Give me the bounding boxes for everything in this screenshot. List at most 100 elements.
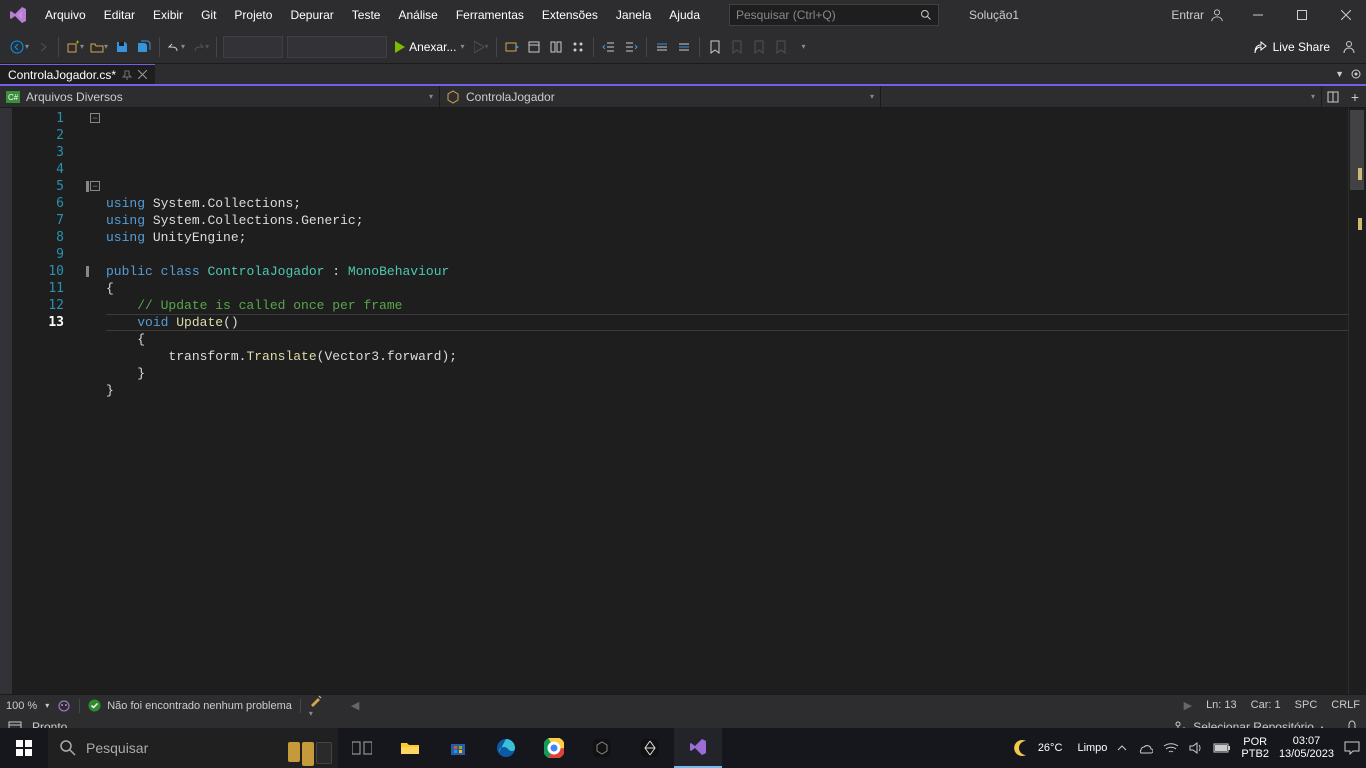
main-menu: ArquivoEditarExibirGitProjetoDepurarTest… [36,0,709,30]
search-icon [920,9,932,21]
admin-icon[interactable] [1338,36,1360,58]
search-icon [60,740,76,756]
language-indicator[interactable]: PORPTB2 [1241,736,1269,760]
close-button[interactable] [1326,0,1366,30]
save-all-button[interactable] [133,36,155,58]
eol-mode[interactable]: CRLF [1331,699,1360,712]
unity-icon[interactable] [626,728,674,768]
run-no-debug-button[interactable]: ▾ [470,36,492,58]
class-icon [446,90,460,104]
minimize-button[interactable] [1238,0,1278,30]
zoom-level[interactable]: 100 % [6,700,37,712]
feedback-icon[interactable] [57,699,71,713]
tab-settings-icon[interactable] [1350,68,1362,80]
open-button[interactable]: ▾ [87,36,111,58]
battery-icon[interactable] [1213,743,1231,753]
menu-arquivo[interactable]: Arquivo [36,0,95,30]
explorer-icon[interactable] [386,728,434,768]
redo-button[interactable]: ▾ [188,36,212,58]
cursor-col: Car: 1 [1251,699,1281,712]
nav-fwd-button[interactable] [32,36,54,58]
menu-extensões[interactable]: Extensões [533,0,607,30]
nav-project-combo[interactable]: C# Arquivos Diversos ▾ [0,86,440,108]
menu-depurar[interactable]: Depurar [281,0,342,30]
split-editor-button[interactable] [1322,91,1344,103]
global-search-input[interactable]: Pesquisar (Ctrl+Q) [729,4,939,26]
indent-right-button[interactable] [620,36,642,58]
platform-dropdown[interactable] [287,36,387,58]
maximize-button[interactable] [1282,0,1322,30]
code-editor[interactable]: 12345678910111213 − − using System.Colle… [0,108,1366,694]
tb-icon-2[interactable] [523,36,545,58]
nav-plus-button[interactable]: + [1344,89,1366,105]
tb-icon-4[interactable] [567,36,589,58]
uncomment-button[interactable] [673,36,695,58]
solution-name[interactable]: Solução1 [959,8,1029,22]
unity-hub-icon[interactable] [578,728,626,768]
clock[interactable]: 03:0713/05/2023 [1279,735,1334,761]
file-tab-active[interactable]: ControlaJogador.cs* [0,64,155,84]
code-nav-bar: C# Arquivos Diversos ▾ ControlaJogador ▾… [0,86,1366,108]
search-decoration [288,742,332,766]
tb-overflow-button[interactable]: ▾ [792,36,814,58]
bookmark-clear-button[interactable] [770,36,792,58]
indent-left-button[interactable] [598,36,620,58]
start-button[interactable] [0,728,48,768]
live-share-button[interactable]: Live Share [1245,40,1338,54]
wifi-icon[interactable] [1163,742,1179,754]
bookmark-next-button[interactable] [748,36,770,58]
play-icon [395,41,405,53]
onedrive-icon[interactable] [1137,742,1153,754]
taskbar-search[interactable]: Pesquisar [48,728,338,768]
code-area[interactable]: using System.Collections;using System.Co… [106,108,1348,694]
menu-projeto[interactable]: Projeto [225,0,281,30]
chrome-icon[interactable] [530,728,578,768]
indent-mode[interactable]: SPC [1295,699,1318,712]
fold-toggle[interactable]: − [90,181,100,191]
windows-taskbar: Pesquisar 26°C Limpo PORPTB2 03:0713/05/… [0,728,1366,768]
menu-exibir[interactable]: Exibir [144,0,192,30]
signin-button[interactable]: Entrar [1161,8,1234,22]
change-marker [86,181,89,192]
menu-teste[interactable]: Teste [343,0,390,30]
save-button[interactable] [111,36,133,58]
tab-overflow-button[interactable]: ▼ [1335,69,1344,79]
overview-ruler[interactable] [1348,108,1366,694]
undo-button[interactable]: ▾ [164,36,188,58]
pin-icon[interactable] [122,70,132,80]
menu-ajuda[interactable]: Ajuda [660,0,709,30]
tb-icon-1[interactable] [501,36,523,58]
menu-editar[interactable]: Editar [95,0,144,30]
margin-strip [0,108,12,694]
comment-button[interactable] [651,36,673,58]
volume-icon[interactable] [1189,742,1203,754]
brush-icon[interactable]: ▾ [309,693,323,719]
tab-close-icon[interactable] [138,70,147,79]
menu-git[interactable]: Git [192,0,225,30]
fold-toggle[interactable]: − [90,113,100,123]
tb-icon-3[interactable] [545,36,567,58]
edge-icon[interactable] [482,728,530,768]
bookmark-button[interactable] [704,36,726,58]
visual-studio-icon[interactable] [674,728,722,768]
store-icon[interactable] [434,728,482,768]
main-toolbar: ▾ ▾ ▾ ▾ ▾ Anexar... ▾ ▾ ▾ Live Share [0,30,1366,64]
menu-análise[interactable]: Análise [389,0,446,30]
action-center-icon[interactable] [1344,741,1360,755]
scroll-left-icon[interactable]: ◀ [351,699,359,712]
nav-back-button[interactable]: ▾ [6,36,32,58]
weather-widget[interactable]: 26°C Limpo [1014,739,1108,757]
scroll-right-icon[interactable]: ▶ [1184,699,1192,712]
bookmark-prev-button[interactable] [726,36,748,58]
fold-column: − − [90,108,106,694]
config-dropdown[interactable] [223,36,283,58]
menu-janela[interactable]: Janela [607,0,660,30]
nav-member-combo[interactable]: ▾ [881,86,1322,108]
menu-ferramentas[interactable]: Ferramentas [447,0,533,30]
problems-indicator[interactable]: Não foi encontrado nenhum problema [88,699,292,712]
nav-class-combo[interactable]: ControlaJogador ▾ [440,86,881,108]
new-item-button[interactable]: ▾ [63,36,87,58]
run-button[interactable]: Anexar... ▾ [389,40,470,54]
tray-chevron-icon[interactable] [1117,743,1127,753]
task-view-icon[interactable] [338,728,386,768]
